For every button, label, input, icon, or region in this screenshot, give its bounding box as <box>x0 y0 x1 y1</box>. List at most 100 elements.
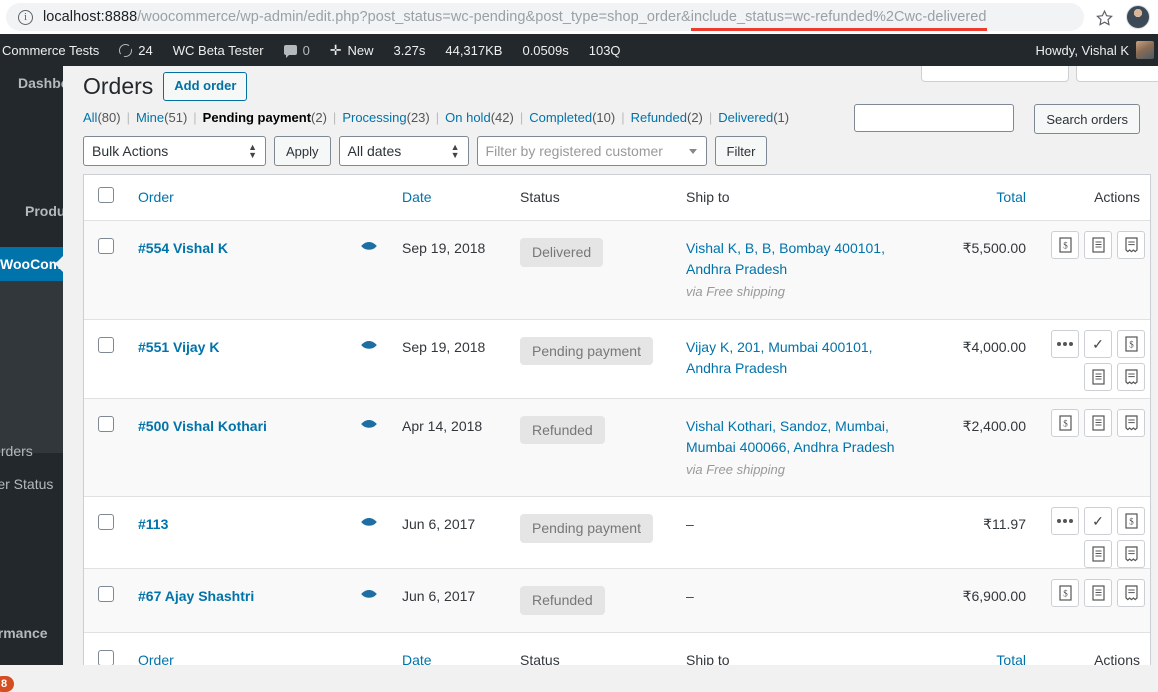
mark-processing-button[interactable] <box>1051 507 1079 535</box>
date-cell: Sep 19, 2018 <box>402 338 486 355</box>
receipt-icon-button[interactable] <box>1117 231 1145 259</box>
search-orders-button[interactable]: Search orders <box>1034 104 1140 134</box>
admin-bar-perf-queries[interactable]: 103Q <box>579 34 631 66</box>
ship-to-address[interactable]: Vishal K, B, B, Bombay 400101, Andhra Pr… <box>686 240 885 277</box>
select-all-checkbox[interactable] <box>98 187 114 203</box>
receipt-icon-button[interactable] <box>1117 540 1145 568</box>
admin-bar-perf-query-time[interactable]: 0.0509s <box>512 34 578 66</box>
admin-bar-new[interactable]: ✛ New <box>320 34 384 66</box>
date-filter-select[interactable]: All dates ▲ ▼ <box>338 136 469 166</box>
column-footer-date[interactable]: Date <box>392 633 510 665</box>
admin-bar-items: Commerce Tests 24 WC Beta Tester 0 ✛ New… <box>0 34 631 66</box>
comments-count: 0 <box>302 42 310 58</box>
screen-options-tab[interactable] <box>921 66 1069 82</box>
table-row[interactable]: #500 Vishal Kothari Apr 14, 2018 Refunde… <box>84 398 1150 497</box>
admin-bar-site-name[interactable]: Commerce Tests <box>0 34 109 66</box>
admin-bar-wc-beta-tester[interactable]: WC Beta Tester <box>163 34 274 66</box>
order-link[interactable]: #551 Vijay K <box>138 339 219 355</box>
help-tab[interactable] <box>1076 66 1158 82</box>
admin-bar-updates[interactable]: 24 <box>109 34 162 66</box>
row-checkbox[interactable] <box>98 238 114 254</box>
select-all-checkbox-footer[interactable] <box>98 649 114 665</box>
mark-processing-button[interactable] <box>1051 329 1079 358</box>
sidebar-item-dashboard[interactable]: Dashboard <box>0 66 63 100</box>
bulk-actions-select[interactable]: Bulk Actions ▲ ▼ <box>83 136 266 166</box>
date-filter-value: All dates <box>347 143 402 159</box>
column-header-order[interactable]: Order <box>128 175 346 220</box>
document-icon-button[interactable] <box>1084 408 1112 437</box>
filter-button[interactable]: Filter <box>714 136 768 166</box>
admin-bar-account[interactable]: Howdy, Vishal K <box>1036 34 1158 66</box>
bookmark-star-icon[interactable] <box>1096 9 1113 26</box>
table-row[interactable]: #551 Vijay K Sep 19, 2018 Pending paymen… <box>84 320 1150 399</box>
select-arrows-icon: ▲ ▼ <box>450 142 460 160</box>
preview-eye-icon[interactable] <box>360 517 378 529</box>
invoice-icon-button[interactable]: $ <box>1117 329 1145 358</box>
document-icon-button[interactable] <box>1084 579 1112 607</box>
sidebar-item-woocommerce[interactable]: WooCommerce <box>0 247 63 281</box>
customer-filter-select[interactable]: Filter by registered customer <box>476 136 707 166</box>
preview-cell <box>346 497 392 552</box>
row-checkbox[interactable] <box>98 586 114 602</box>
mark-complete-button[interactable]: ✓ <box>1084 329 1112 358</box>
order-link[interactable]: #113 <box>138 516 168 532</box>
invoice-icon-button[interactable]: $ <box>1051 231 1079 259</box>
order-link[interactable]: #67 Ajay Shashtri <box>138 588 254 604</box>
column-label: Ship to <box>686 189 730 205</box>
order-link[interactable]: #500 Vishal Kothari <box>138 418 267 434</box>
table-row[interactable]: #67 Ajay Shashtri Jun 6, 2017 Refunded –… <box>84 569 1150 633</box>
admin-bar-comments[interactable]: 0 <box>274 34 320 66</box>
column-label: Ship to <box>686 651 730 665</box>
sidebar-item-products[interactable]: Products <box>0 194 63 228</box>
status-link-completed[interactable]: Completed <box>529 110 592 125</box>
column-footer-total[interactable]: Total <box>926 633 1036 665</box>
ship-to-address[interactable]: Vishal Kothari, Sandoz, Mumbai, Mumbai 4… <box>686 418 895 455</box>
column-header-date[interactable]: Date <box>392 175 510 220</box>
sidebar-item-performance[interactable]: Performance <box>0 618 63 648</box>
status-link-mine[interactable]: Mine <box>136 110 164 125</box>
comment-bubble-icon <box>283 45 297 58</box>
apply-button[interactable]: Apply <box>274 136 331 166</box>
sidebar-submenu-orders[interactable]: Orders <box>0 438 33 464</box>
document-icon-button[interactable] <box>1084 231 1112 259</box>
order-total: ₹2,400.00 <box>962 417 1026 434</box>
table-row[interactable]: #113 Jun 6, 2017 Pending payment – ₹11.9… <box>84 497 1150 569</box>
row-select-cell <box>84 320 128 370</box>
document-icon-button[interactable] <box>1084 362 1112 391</box>
receipt-icon-button[interactable] <box>1117 362 1145 391</box>
table-row[interactable]: #554 Vishal K Sep 19, 2018 Delivered Vis… <box>84 221 1150 320</box>
admin-bar-perf-memory[interactable]: 44,317KB <box>435 34 512 66</box>
invoice-icon-button[interactable]: $ <box>1051 408 1079 437</box>
invoice-icon-button[interactable]: $ <box>1051 579 1079 607</box>
status-link-pending-payment[interactable]: Pending payment <box>203 110 311 125</box>
receipt-icon-button[interactable] <box>1117 579 1145 607</box>
preview-eye-icon[interactable] <box>360 241 378 253</box>
browser-profile-avatar[interactable] <box>1126 5 1150 29</box>
row-checkbox[interactable] <box>98 336 114 353</box>
mark-complete-button[interactable]: ✓ <box>1084 507 1112 535</box>
status-link-label: On hold <box>445 110 491 125</box>
sidebar-submenu-order-status[interactable]: Order Status <box>0 471 53 497</box>
status-link-on-hold[interactable]: On hold <box>445 110 491 125</box>
admin-bar-perf-time[interactable]: 3.27s <box>384 34 436 66</box>
add-order-button[interactable]: Add order <box>163 72 248 101</box>
document-icon-button[interactable] <box>1084 540 1112 568</box>
search-input[interactable] <box>854 104 1014 132</box>
site-info-icon[interactable]: i <box>18 9 33 25</box>
receipt-icon-button[interactable] <box>1117 408 1145 437</box>
column-footer-order[interactable]: Order <box>128 633 346 665</box>
preview-eye-icon[interactable] <box>360 340 378 352</box>
status-link-processing[interactable]: Processing <box>342 110 406 125</box>
status-link-all[interactable]: All <box>83 110 97 125</box>
row-checkbox[interactable] <box>98 415 114 432</box>
status-link-refunded[interactable]: Refunded <box>631 110 687 125</box>
preview-eye-icon[interactable] <box>360 589 378 601</box>
ship-to-address[interactable]: Vijay K, 201, Mumbai 400101, Andhra Prad… <box>686 339 873 376</box>
invoice-icon-button[interactable]: $ <box>1117 507 1145 535</box>
preview-eye-icon[interactable] <box>360 419 378 431</box>
address-bar[interactable]: i localhost:8888/woocommerce/wp-admin/ed… <box>6 3 1084 31</box>
column-header-total[interactable]: Total <box>926 175 1036 220</box>
order-link[interactable]: #554 Vishal K <box>138 240 228 256</box>
status-link-delivered[interactable]: Delivered <box>718 110 773 125</box>
row-checkbox[interactable] <box>98 514 114 530</box>
